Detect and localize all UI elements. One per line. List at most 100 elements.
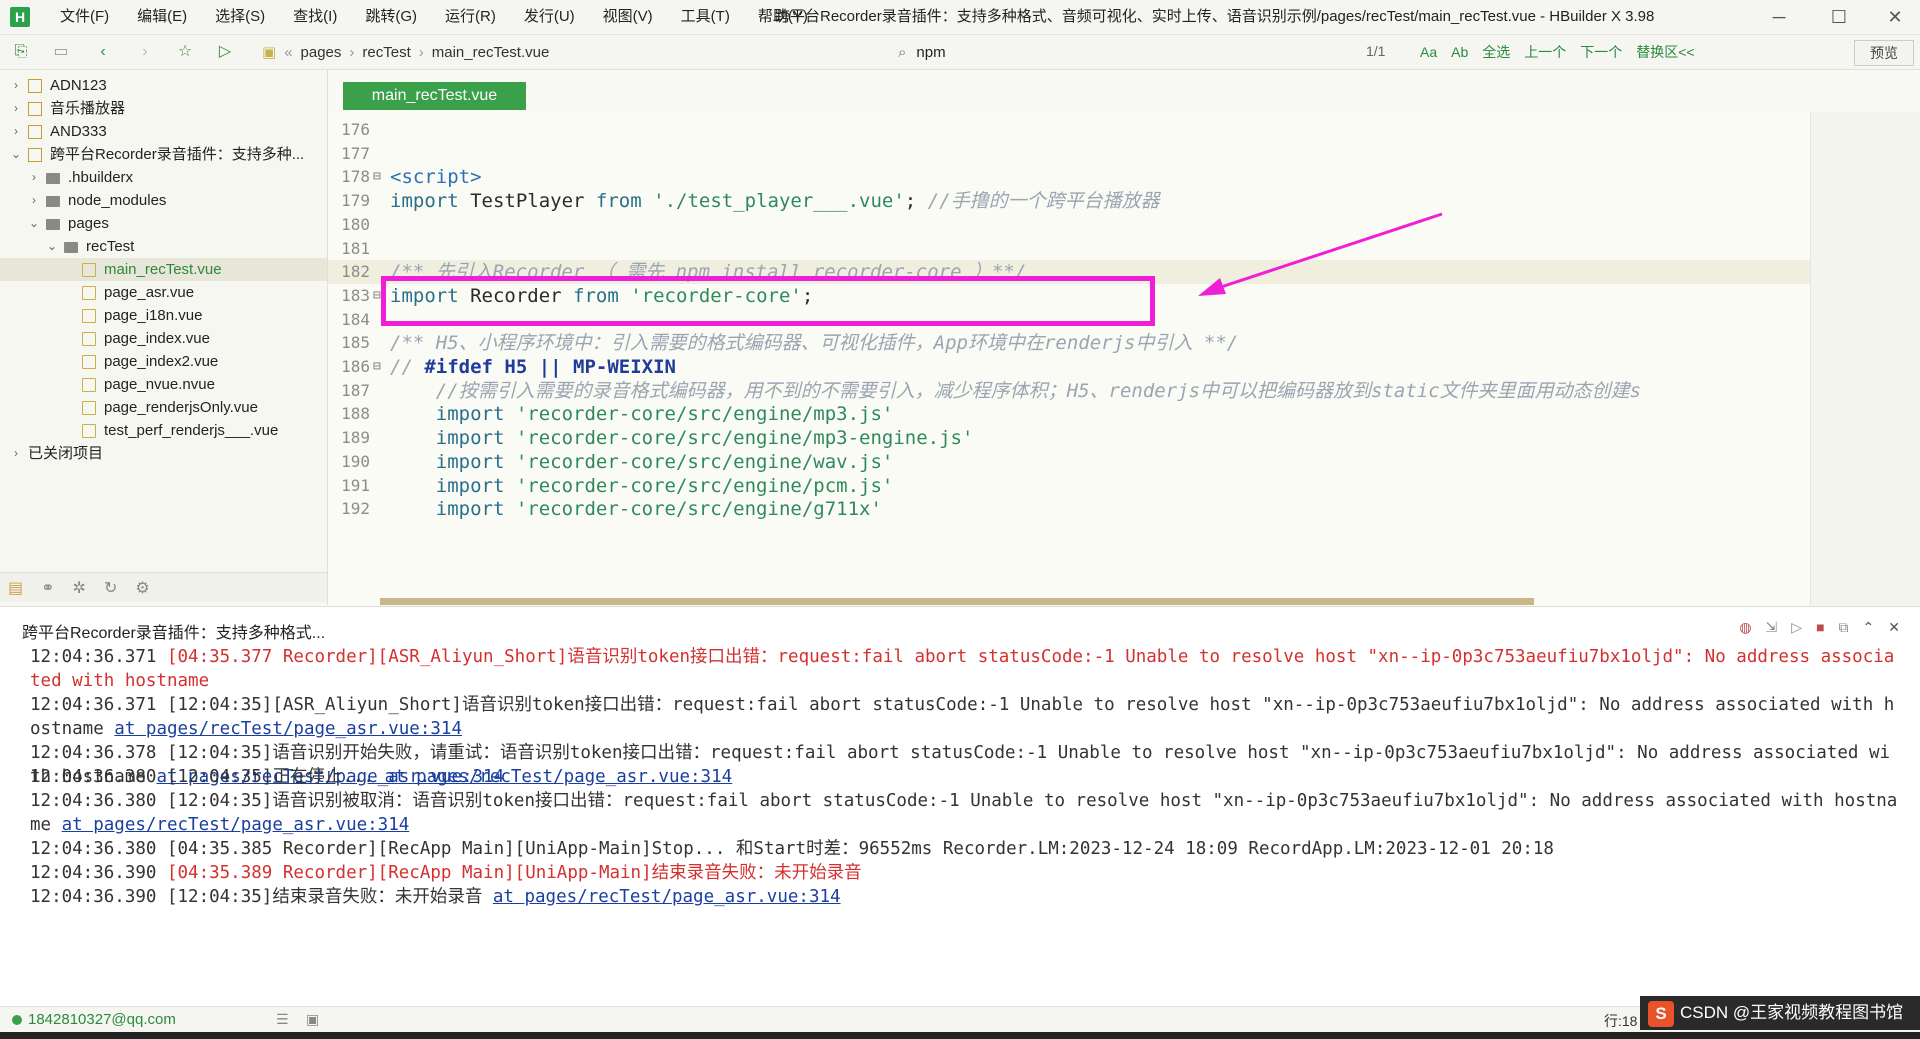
forward-arrow-icon[interactable]: › (136, 43, 154, 61)
fold-icon[interactable]: ⊟ (373, 355, 381, 379)
tab-main-rectest[interactable]: main_recTest.vue (343, 82, 526, 110)
menu-item[interactable]: 发行(U) (510, 0, 589, 34)
tree-item[interactable]: page_i18n.vue (0, 304, 327, 327)
minimap[interactable] (1810, 112, 1920, 605)
tree-item[interactable]: page_nvue.nvue (0, 373, 327, 396)
fold-icon[interactable]: ⊟ (373, 284, 381, 308)
menu-item[interactable]: 查找(I) (279, 0, 351, 34)
plugin-icon[interactable]: ⚙ (135, 578, 149, 598)
chevron-right-icon[interactable]: › (10, 442, 22, 465)
code-line[interactable]: 179 import TestPlayer from './test_player… (328, 189, 1810, 213)
code-line[interactable]: 177 (328, 142, 1810, 166)
tree-item[interactable]: › 音乐播放器 (0, 97, 327, 120)
chevron-down-icon[interactable]: ⌄ (28, 212, 40, 235)
code-line[interactable]: 185 /** H5、小程序环境中：引入需要的格式编码器、可视化插件，App环境中… (328, 331, 1810, 355)
chevron-right-icon[interactable]: › (10, 120, 22, 143)
code-line[interactable]: 187 //按需引入需要的录音格式编码器，用不到的不需要引入，减少程序体积；H5… (328, 379, 1810, 403)
source-link[interactable]: at pages/recTest/page_asr.vue:314 (62, 815, 410, 835)
breadcrumb-item[interactable]: pages (301, 44, 342, 61)
stop-icon[interactable]: ◍ (1739, 619, 1751, 636)
code-line[interactable]: 176 (328, 118, 1810, 142)
source-link[interactable]: at pages/recTest/page_asr.vue:314 (114, 719, 462, 739)
chevron-right-icon[interactable]: › (10, 74, 22, 97)
tree-item[interactable]: › .hbuilderx (0, 166, 327, 189)
close-panel-icon[interactable]: ✕ (1888, 619, 1900, 636)
code-line[interactable]: 190 import 'recorder-core/src/engine/wav… (328, 450, 1810, 474)
taskbar-strip (0, 1032, 1920, 1039)
tree-item[interactable]: ⌄ pages (0, 212, 327, 235)
find-tool-button[interactable]: Ab (1451, 44, 1468, 60)
maximize-icon[interactable]: ☐ (1814, 0, 1864, 34)
play-icon[interactable]: ▷ (1791, 619, 1802, 636)
source-link[interactable]: at pages/recTest/page_asr.vue:314 (384, 767, 732, 787)
find-tool-button[interactable]: 替换区<< (1636, 42, 1694, 62)
code-text: import TestPlayer from './test_player___… (390, 189, 1160, 213)
find-tool-button[interactable]: 下一个 (1580, 42, 1622, 62)
tree-item[interactable]: › 已关闭项目 (0, 442, 327, 465)
status-bar: 1842810327@qq.com ☰ ▣ 行:18 (0, 1006, 1920, 1033)
fold-icon[interactable]: ⊟ (373, 165, 381, 189)
code-line[interactable]: 188 import 'recorder-core/src/engine/mp3… (328, 402, 1810, 426)
menu-item[interactable]: 文件(F) (46, 0, 123, 34)
code-text: /** H5、小程序环境中：引入需要的格式编码器、可视化插件，App环境中在re… (390, 331, 1238, 355)
find-tool-button[interactable]: 全选 (1482, 42, 1510, 62)
tree-item[interactable]: › ADN123 (0, 74, 327, 97)
breadcrumb-item[interactable]: main_recTest.vue (432, 44, 550, 61)
collapse-icon[interactable]: ⌃ (1863, 619, 1875, 636)
source-link[interactable]: at pages/recTest/page_asr.vue:314 (493, 887, 841, 907)
code-editor[interactable]: 176 177 178 ⊟ <script> 179 import TestPlayer f… (328, 112, 1810, 605)
new-file-icon[interactable]: ⎘ (12, 43, 30, 61)
chevron-down-icon[interactable]: ⌄ (46, 235, 58, 258)
terminal-icon[interactable]: ▣ (306, 1011, 319, 1028)
tree-item[interactable]: › node_modules (0, 189, 327, 212)
menu-item[interactable]: 选择(S) (201, 0, 279, 34)
find-input[interactable] (914, 42, 1219, 62)
tree-item[interactable]: page_index2.vue (0, 350, 327, 373)
tree-item[interactable]: test_perf_renderjs___.vue (0, 419, 327, 442)
chevron-down-icon[interactable]: ⌄ (10, 143, 22, 166)
console-toolbar: ◍ ⇲ ▷ ■ ⧉ ⌃ ✕ (1739, 619, 1900, 636)
sync-icon[interactable]: ↻ (104, 578, 117, 598)
find-tool-button[interactable]: Aa (1420, 44, 1437, 60)
account-email[interactable]: 1842810327@qq.com (28, 1011, 176, 1028)
minimize-icon[interactable]: ─ (1754, 0, 1804, 34)
tree-item[interactable]: ⌄ 跨平台Recorder录音插件：支持多种... (0, 143, 327, 166)
star-icon[interactable]: ☆ (176, 43, 194, 61)
tree-item[interactable]: page_asr.vue (0, 281, 327, 304)
code-line[interactable]: 178 ⊟ <script> (328, 165, 1810, 189)
tree-item[interactable]: main_recTest.vue (0, 258, 327, 281)
save-icon[interactable]: ▭ (52, 43, 70, 61)
code-line[interactable]: 181 (328, 237, 1810, 261)
menu-item[interactable]: 编辑(E) (123, 0, 201, 34)
tree-item[interactable]: page_index.vue (0, 327, 327, 350)
close-icon[interactable]: ✕ (1870, 0, 1920, 34)
binoculars-icon[interactable]: ⚭ (41, 578, 54, 598)
breadcrumb-item[interactable]: recTest (362, 44, 410, 61)
tree-item[interactable]: page_renderjsOnly.vue (0, 396, 327, 419)
export-icon[interactable]: ⇲ (1766, 619, 1778, 636)
chevron-right-icon[interactable]: › (28, 189, 40, 212)
back-arrow-icon[interactable]: ‹ (94, 43, 112, 61)
menu-item[interactable]: 工具(T) (667, 0, 744, 34)
code-line[interactable]: 180 (328, 213, 1810, 237)
menu-item[interactable]: 跳转(G) (351, 0, 431, 34)
clear-icon[interactable]: ■ (1816, 619, 1824, 636)
folder-icon[interactable]: ▤ (8, 578, 23, 598)
code-line[interactable]: 189 import 'recorder-core/src/engine/mp3… (328, 426, 1810, 450)
bug-icon[interactable]: ✲ (73, 578, 86, 598)
list-icon[interactable]: ☰ (276, 1011, 289, 1028)
menu-item[interactable]: 运行(R) (431, 0, 510, 34)
menu-item[interactable]: 视图(V) (589, 0, 667, 34)
horizontal-scrollbar[interactable] (380, 598, 1534, 605)
code-line[interactable]: 191 import 'recorder-core/src/engine/pcm… (328, 474, 1810, 498)
code-line[interactable]: 186 ⊟ // #ifdef H5 || MP-WEIXIN (328, 355, 1810, 379)
code-line[interactable]: 192 import 'recorder-core/src/engine/g71… (328, 497, 1810, 521)
chevron-right-icon[interactable]: › (10, 97, 22, 120)
chevron-right-icon[interactable]: › (28, 166, 40, 189)
tree-item[interactable]: ⌄ recTest (0, 235, 327, 258)
preview-button[interactable]: 预览 (1854, 40, 1914, 66)
find-tool-button[interactable]: 上一个 (1524, 42, 1566, 62)
open-external-icon[interactable]: ⧉ (1839, 619, 1849, 636)
tree-item[interactable]: › AND333 (0, 120, 327, 143)
run-icon[interactable]: ▷ (216, 43, 234, 61)
